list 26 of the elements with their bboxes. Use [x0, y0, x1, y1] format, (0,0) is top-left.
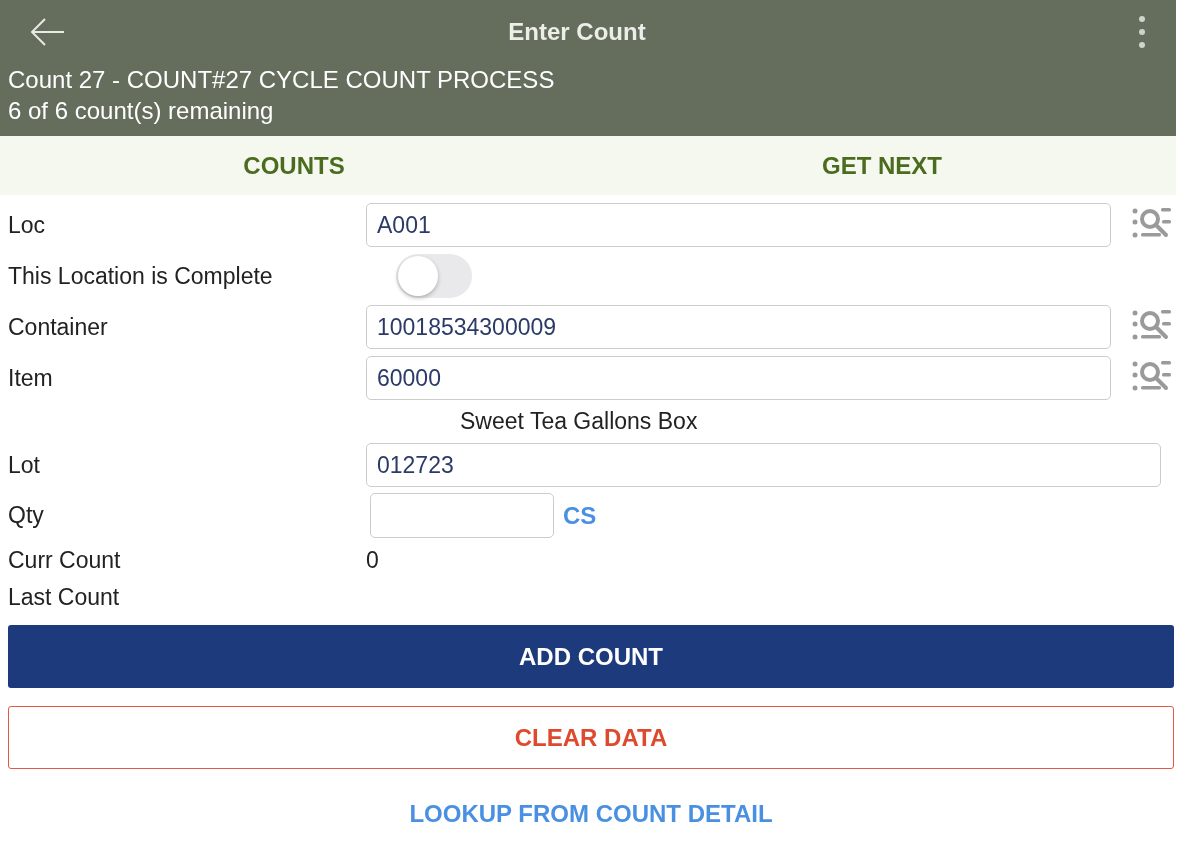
- back-arrow-icon[interactable]: [30, 17, 66, 47]
- field-label: Loc: [8, 211, 47, 239]
- input-field[interactable]: 10018534300009: [366, 305, 1111, 349]
- field-label: Curr Count: [8, 546, 122, 574]
- quantity-field[interactable]: [370, 493, 554, 538]
- input-field[interactable]: 012723: [366, 443, 1161, 487]
- input-field[interactable]: 60000: [366, 356, 1111, 400]
- field-label: Lot: [8, 451, 41, 479]
- field-label: Item: [8, 364, 54, 392]
- toggle-switch[interactable]: [396, 254, 472, 298]
- tab[interactable]: GET NEXT: [588, 136, 1176, 195]
- count-value: 0: [366, 546, 379, 574]
- field-label: This Location is Complete: [8, 262, 274, 290]
- menu-icon[interactable]: [1138, 15, 1146, 49]
- field-label: Qty: [8, 502, 45, 529]
- header-subtitle: Count 27 - COUNT#27 CYCLE COUNT PROCESS: [8, 65, 556, 95]
- clear-data-button[interactable]: CLEAR DATA: [8, 706, 1174, 769]
- screen-title: Enter Count: [507, 18, 647, 46]
- unit-label: CS: [563, 501, 597, 530]
- add-count-button[interactable]: ADD COUNT: [8, 625, 1174, 688]
- field-label: Container: [8, 313, 109, 341]
- field-label: Last Count: [8, 583, 121, 611]
- input-field[interactable]: A001: [366, 203, 1111, 247]
- tab[interactable]: COUNTS: [0, 136, 588, 195]
- header-subtitle: 6 of 6 count(s) remaining: [8, 96, 275, 126]
- item-description: Sweet Tea Gallons Box: [460, 408, 698, 435]
